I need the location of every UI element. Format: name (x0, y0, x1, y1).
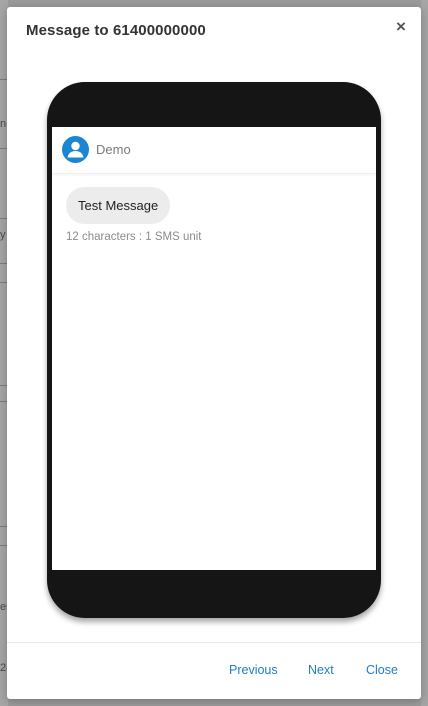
contact-name: Demo (96, 142, 131, 157)
message-preview-modal: Message to 61400000000 × Demo Test Messa… (7, 7, 421, 699)
phone-mockup: Demo Test Message 12 characters : 1 SMS … (47, 82, 381, 618)
modal-header: Message to 61400000000 × (7, 7, 421, 56)
background-right-strip (421, 0, 428, 706)
user-icon (62, 136, 89, 163)
message-character-count: 12 characters : 1 SMS unit (66, 231, 202, 243)
modal-footer: Previous Next Close (7, 642, 421, 700)
next-button[interactable]: Next (308, 663, 334, 677)
previous-button[interactable]: Previous (229, 663, 278, 677)
phone-screen: Demo Test Message 12 characters : 1 SMS … (52, 127, 376, 570)
chat-header: Demo (52, 127, 376, 174)
modal-title: Message to 61400000000 (26, 22, 206, 39)
user-avatar-glyph (67, 141, 84, 158)
message-bubble: Test Message (66, 187, 171, 224)
close-button[interactable]: Close (366, 663, 398, 677)
close-icon[interactable]: × (393, 18, 409, 35)
